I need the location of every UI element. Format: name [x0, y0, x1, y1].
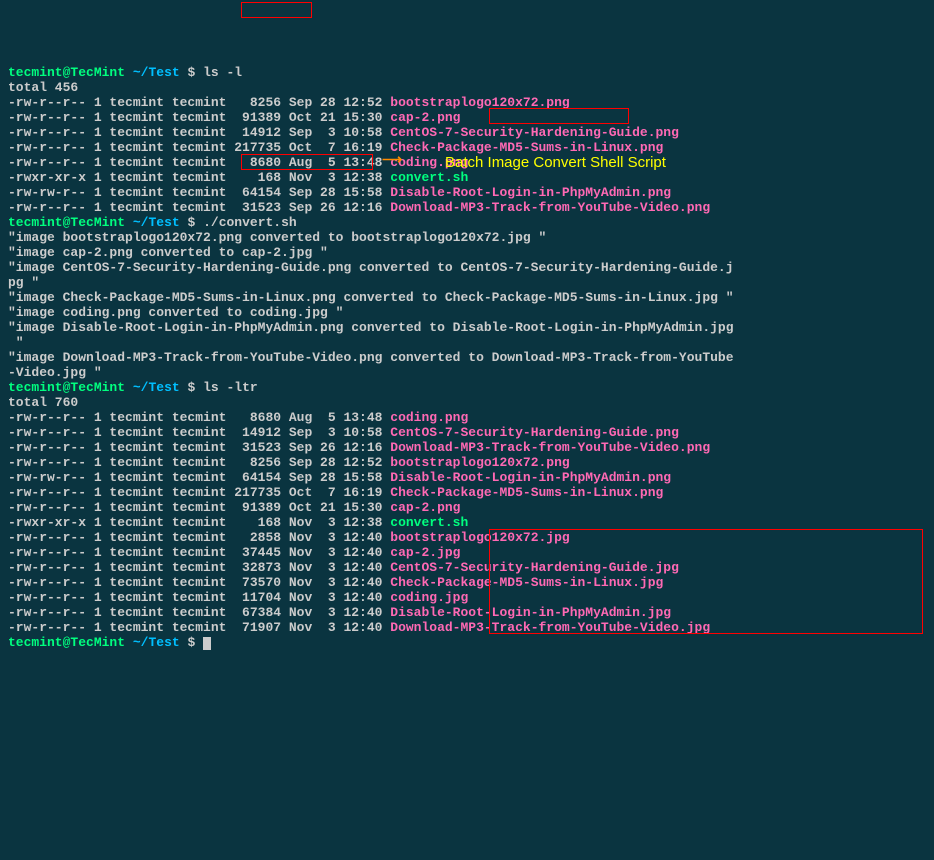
file-entry: -rw-r--r-- 1 tecmint tecmint 217735 Oct … [8, 140, 926, 155]
file-entry: -rwxr-xr-x 1 tecmint tecmint 168 Nov 3 1… [8, 170, 926, 185]
file-entry: -rw-r--r-- 1 tecmint tecmint 8680 Aug 5 … [8, 410, 926, 425]
file-entry: -rw-r--r-- 1 tecmint tecmint 8256 Sep 28… [8, 455, 926, 470]
annotation-label: Batch Image Convert Shell Script [445, 155, 666, 170]
cursor-icon [203, 637, 211, 650]
file-entry: -rw-r--r-- 1 tecmint tecmint 11704 Nov 3… [8, 590, 926, 605]
file-entry: -rw-r--r-- 1 tecmint tecmint 31523 Sep 2… [8, 440, 926, 455]
script-output-line: "image Download-MP3-Track-from-YouTube-V… [8, 350, 926, 365]
file-entry: -rw-r--r-- 1 tecmint tecmint 2858 Nov 3 … [8, 530, 926, 545]
file-entry: -rw-rw-r-- 1 tecmint tecmint 64154 Sep 2… [8, 470, 926, 485]
total-line-3: total 760 [8, 395, 926, 410]
file-entry: -rw-r--r-- 1 tecmint tecmint 14912 Sep 3… [8, 125, 926, 140]
file-entry: -rw-r--r-- 1 tecmint tecmint 91389 Oct 2… [8, 500, 926, 515]
prompt-line-4[interactable]: tecmint@TecMint ~/Test $ [8, 635, 926, 650]
file-entry: -rw-r--r-- 1 tecmint tecmint 217735 Oct … [8, 485, 926, 500]
file-entry: -rw-r--r-- 1 tecmint tecmint 71907 Nov 3… [8, 620, 926, 635]
script-output-line: -Video.jpg " [8, 365, 926, 380]
script-output-line: "image coding.png converted to coding.jp… [8, 305, 926, 320]
highlight-box-ls-cmd [241, 2, 312, 18]
file-entry: -rw-r--r-- 1 tecmint tecmint 32873 Nov 3… [8, 560, 926, 575]
file-entry: -rw-r--r-- 1 tecmint tecmint 73570 Nov 3… [8, 575, 926, 590]
script-output-line: "image Check-Package-MD5-Sums-in-Linux.p… [8, 290, 926, 305]
script-output-line: " [8, 335, 926, 350]
prompt-line-2[interactable]: tecmint@TecMint ~/Test $ ./convert.sh [8, 215, 926, 230]
script-output-line: "image cap-2.png converted to cap-2.jpg … [8, 245, 926, 260]
file-entry: -rw-r--r-- 1 tecmint tecmint 14912 Sep 3… [8, 425, 926, 440]
file-entry: -rw-r--r-- 1 tecmint tecmint 37445 Nov 3… [8, 545, 926, 560]
prompt-line-1[interactable]: tecmint@TecMint ~/Test $ ls -l [8, 65, 926, 80]
prompt-line-3[interactable]: tecmint@TecMint ~/Test $ ls -ltr [8, 380, 926, 395]
file-entry: -rw-r--r-- 1 tecmint tecmint 67384 Nov 3… [8, 605, 926, 620]
script-output-line: "image CentOS-7-Security-Hardening-Guide… [8, 260, 926, 275]
file-entry: -rwxr-xr-x 1 tecmint tecmint 168 Nov 3 1… [8, 515, 926, 530]
script-output-line: "image Disable-Root-Login-in-PhpMyAdmin.… [8, 320, 926, 335]
arrow-icon: ⟶ [382, 154, 402, 169]
file-entry: -rw-r--r-- 1 tecmint tecmint 91389 Oct 2… [8, 110, 926, 125]
file-entry: -rw-r--r-- 1 tecmint tecmint 8256 Sep 28… [8, 95, 926, 110]
terminal-output: tecmint@TecMint ~/Test $ ls -ltotal 456-… [8, 65, 926, 650]
script-output-line: "image bootstraplogo120x72.png converted… [8, 230, 926, 245]
total-line-1: total 456 [8, 80, 926, 95]
file-entry: -rw-rw-r-- 1 tecmint tecmint 64154 Sep 2… [8, 185, 926, 200]
file-entry: -rw-r--r-- 1 tecmint tecmint 31523 Sep 2… [8, 200, 926, 215]
script-output-line: pg " [8, 275, 926, 290]
